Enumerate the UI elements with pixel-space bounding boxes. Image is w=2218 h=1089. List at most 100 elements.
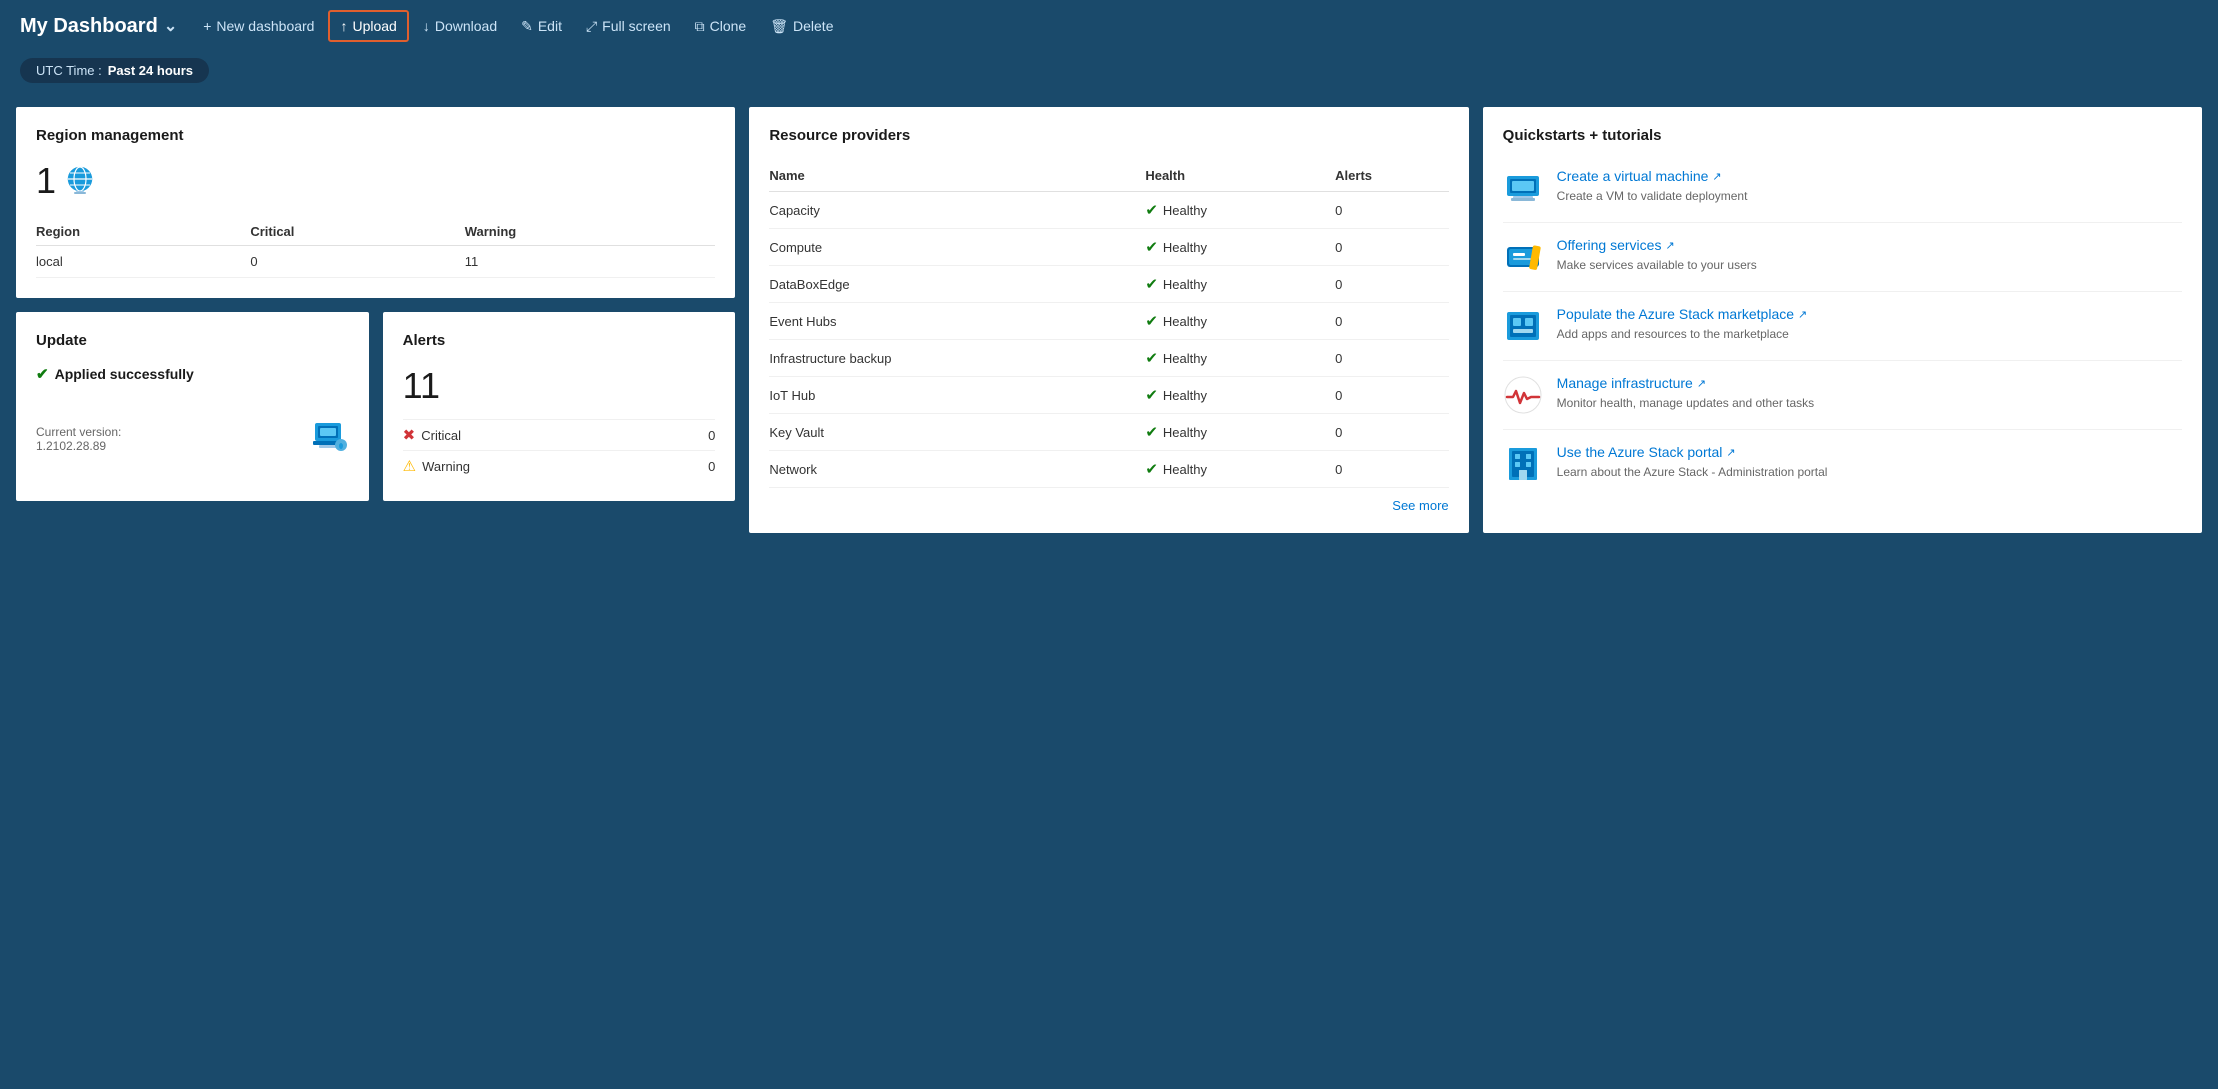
- rp-health: ✔ Healthy: [1145, 303, 1335, 340]
- rp-alerts: 0: [1335, 451, 1449, 488]
- external-link-icon: ↗: [1798, 308, 1807, 321]
- warning-label: Warning: [422, 459, 702, 474]
- globe-icon: [64, 165, 96, 197]
- rp-alerts: 0: [1335, 340, 1449, 377]
- region-table: Region Critical Warning local 0 11: [36, 218, 715, 278]
- rp-health: ✔ Healthy: [1145, 229, 1335, 266]
- rp-health: ✔ Healthy: [1145, 377, 1335, 414]
- qs-link-azure-portal[interactable]: Use the Azure Stack portal ↗: [1557, 444, 2182, 460]
- azure-stack-icon: [311, 415, 349, 453]
- critical-count: 0: [708, 428, 715, 443]
- qs-desc-offering-services: Make services available to your users: [1557, 257, 2182, 274]
- qs-link-manage-infra[interactable]: Manage infrastructure ↗: [1557, 375, 2182, 391]
- health-check-icon: ✔: [1145, 312, 1158, 330]
- rp-alerts: 0: [1335, 303, 1449, 340]
- delete-button[interactable]: 🗑 Delete: [760, 12, 843, 41]
- delete-icon: 🗑: [770, 18, 788, 35]
- alerts-title: Alerts: [403, 332, 716, 349]
- download-icon: ↓: [423, 18, 430, 34]
- download-button[interactable]: ↓ Download: [413, 12, 507, 40]
- qs-link-offering-services[interactable]: Offering services ↗: [1557, 237, 2182, 253]
- health-check-icon: ✔: [1145, 275, 1158, 293]
- rp-alerts: 0: [1335, 266, 1449, 303]
- time-badge: UTC Time : Past 24 hours: [20, 58, 209, 83]
- alerts-count: 11: [403, 365, 716, 407]
- qs-text-manage-infra: Manage infrastructure ↗ Monitor health, …: [1557, 375, 2182, 412]
- bottom-cards: Update ✔ Applied successfully Current ve…: [16, 312, 735, 501]
- qs-link-marketplace[interactable]: Populate the Azure Stack marketplace ↗: [1557, 306, 2182, 322]
- region-warning: 11: [465, 246, 716, 278]
- check-icon: ✔: [36, 365, 49, 383]
- rp-alerts: 0: [1335, 229, 1449, 266]
- fullscreen-icon: ⤢: [586, 18, 597, 35]
- qs-text-marketplace: Populate the Azure Stack marketplace ↗ A…: [1557, 306, 2182, 343]
- region-count: 1: [36, 160, 715, 202]
- clone-icon: ⧉: [695, 18, 705, 35]
- edit-button[interactable]: ✎ Edit: [511, 12, 572, 41]
- table-row: IoT Hub ✔ Healthy 0: [769, 377, 1448, 414]
- ticket-icon: [1503, 237, 1543, 277]
- table-row: Event Hubs ✔ Healthy 0: [769, 303, 1448, 340]
- region-local: local: [36, 246, 250, 278]
- building-icon: [1503, 444, 1543, 484]
- quickstart-item-offering-services[interactable]: Offering services ↗ Make services availa…: [1503, 223, 2182, 292]
- health-check-icon: ✔: [1145, 349, 1158, 367]
- rp-col-name: Name: [769, 160, 1145, 192]
- rp-col-health: Health: [1145, 160, 1335, 192]
- qs-link-create-vm[interactable]: Create a virtual machine ↗: [1557, 168, 2182, 184]
- timebar: UTC Time : Past 24 hours: [0, 52, 2218, 95]
- rp-name: Compute: [769, 229, 1145, 266]
- upload-button[interactable]: ↑ Upload: [328, 10, 408, 42]
- left-column: Region management 1 Regi: [16, 107, 735, 533]
- rp-name: Infrastructure backup: [769, 340, 1145, 377]
- qs-desc-manage-infra: Monitor health, manage updates and other…: [1557, 395, 2182, 412]
- rp-health: ✔ Healthy: [1145, 266, 1335, 303]
- health-check-icon: ✔: [1145, 386, 1158, 404]
- rp-health: ✔ Healthy: [1145, 451, 1335, 488]
- quickstart-item-azure-portal[interactable]: Use the Azure Stack portal ↗ Learn about…: [1503, 430, 2182, 498]
- rp-name: Network: [769, 451, 1145, 488]
- table-row: Infrastructure backup ✔ Healthy 0: [769, 340, 1448, 377]
- qs-text-azure-portal: Use the Azure Stack portal ↗ Learn about…: [1557, 444, 2182, 481]
- vm-icon: [1503, 168, 1543, 208]
- rp-col-alerts: Alerts: [1335, 160, 1449, 192]
- marketplace-icon: [1503, 306, 1543, 346]
- critical-label: Critical: [421, 428, 702, 443]
- region-management-title: Region management: [36, 127, 715, 144]
- update-title: Update: [36, 332, 349, 349]
- rp-health: ✔ Healthy: [1145, 414, 1335, 451]
- new-dashboard-button[interactable]: + New dashboard: [193, 12, 324, 40]
- col-critical: Critical: [250, 218, 464, 246]
- rp-name: Event Hubs: [769, 303, 1145, 340]
- fullscreen-button[interactable]: ⤢ Full screen: [576, 12, 681, 41]
- upload-icon: ↑: [340, 18, 347, 34]
- table-row: Capacity ✔ Healthy 0: [769, 192, 1448, 229]
- health-check-icon: ✔: [1145, 460, 1158, 478]
- rp-alerts: 0: [1335, 414, 1449, 451]
- update-status: ✔ Applied successfully: [36, 365, 349, 383]
- update-card: Update ✔ Applied successfully Current ve…: [16, 312, 369, 501]
- see-more-button[interactable]: See more: [769, 498, 1448, 513]
- dashboard-title: My Dashboard ⌄: [20, 15, 177, 38]
- quickstart-item-create-vm[interactable]: Create a virtual machine ↗ Create a VM t…: [1503, 160, 2182, 223]
- quickstart-item-marketplace[interactable]: Populate the Azure Stack marketplace ↗ A…: [1503, 292, 2182, 361]
- table-row: Compute ✔ Healthy 0: [769, 229, 1448, 266]
- resource-providers-card: Resource providers Name Health Alerts Ca…: [749, 107, 1468, 533]
- external-link-icon: ↗: [1665, 239, 1674, 252]
- chevron-down-icon[interactable]: ⌄: [164, 16, 177, 36]
- quickstarts-card: Quickstarts + tutorials Create a virtual…: [1483, 107, 2202, 533]
- region-critical: 0: [250, 246, 464, 278]
- rp-health: ✔ Healthy: [1145, 192, 1335, 229]
- table-row: Key Vault ✔ Healthy 0: [769, 414, 1448, 451]
- quickstarts-title: Quickstarts + tutorials: [1503, 127, 2182, 144]
- qs-text-create-vm: Create a virtual machine ↗ Create a VM t…: [1557, 168, 2182, 205]
- health-check-icon: ✔: [1145, 201, 1158, 219]
- resource-providers-title: Resource providers: [769, 127, 1448, 144]
- clone-button[interactable]: ⧉ Clone: [685, 12, 757, 41]
- quickstart-item-manage-infra[interactable]: Manage infrastructure ↗ Monitor health, …: [1503, 361, 2182, 430]
- main-grid: Region management 1 Regi: [0, 95, 2218, 549]
- topbar: My Dashboard ⌄ + New dashboard ↑ Upload …: [0, 0, 2218, 52]
- rp-name: IoT Hub: [769, 377, 1145, 414]
- col-warning: Warning: [465, 218, 716, 246]
- table-row: DataBoxEdge ✔ Healthy 0: [769, 266, 1448, 303]
